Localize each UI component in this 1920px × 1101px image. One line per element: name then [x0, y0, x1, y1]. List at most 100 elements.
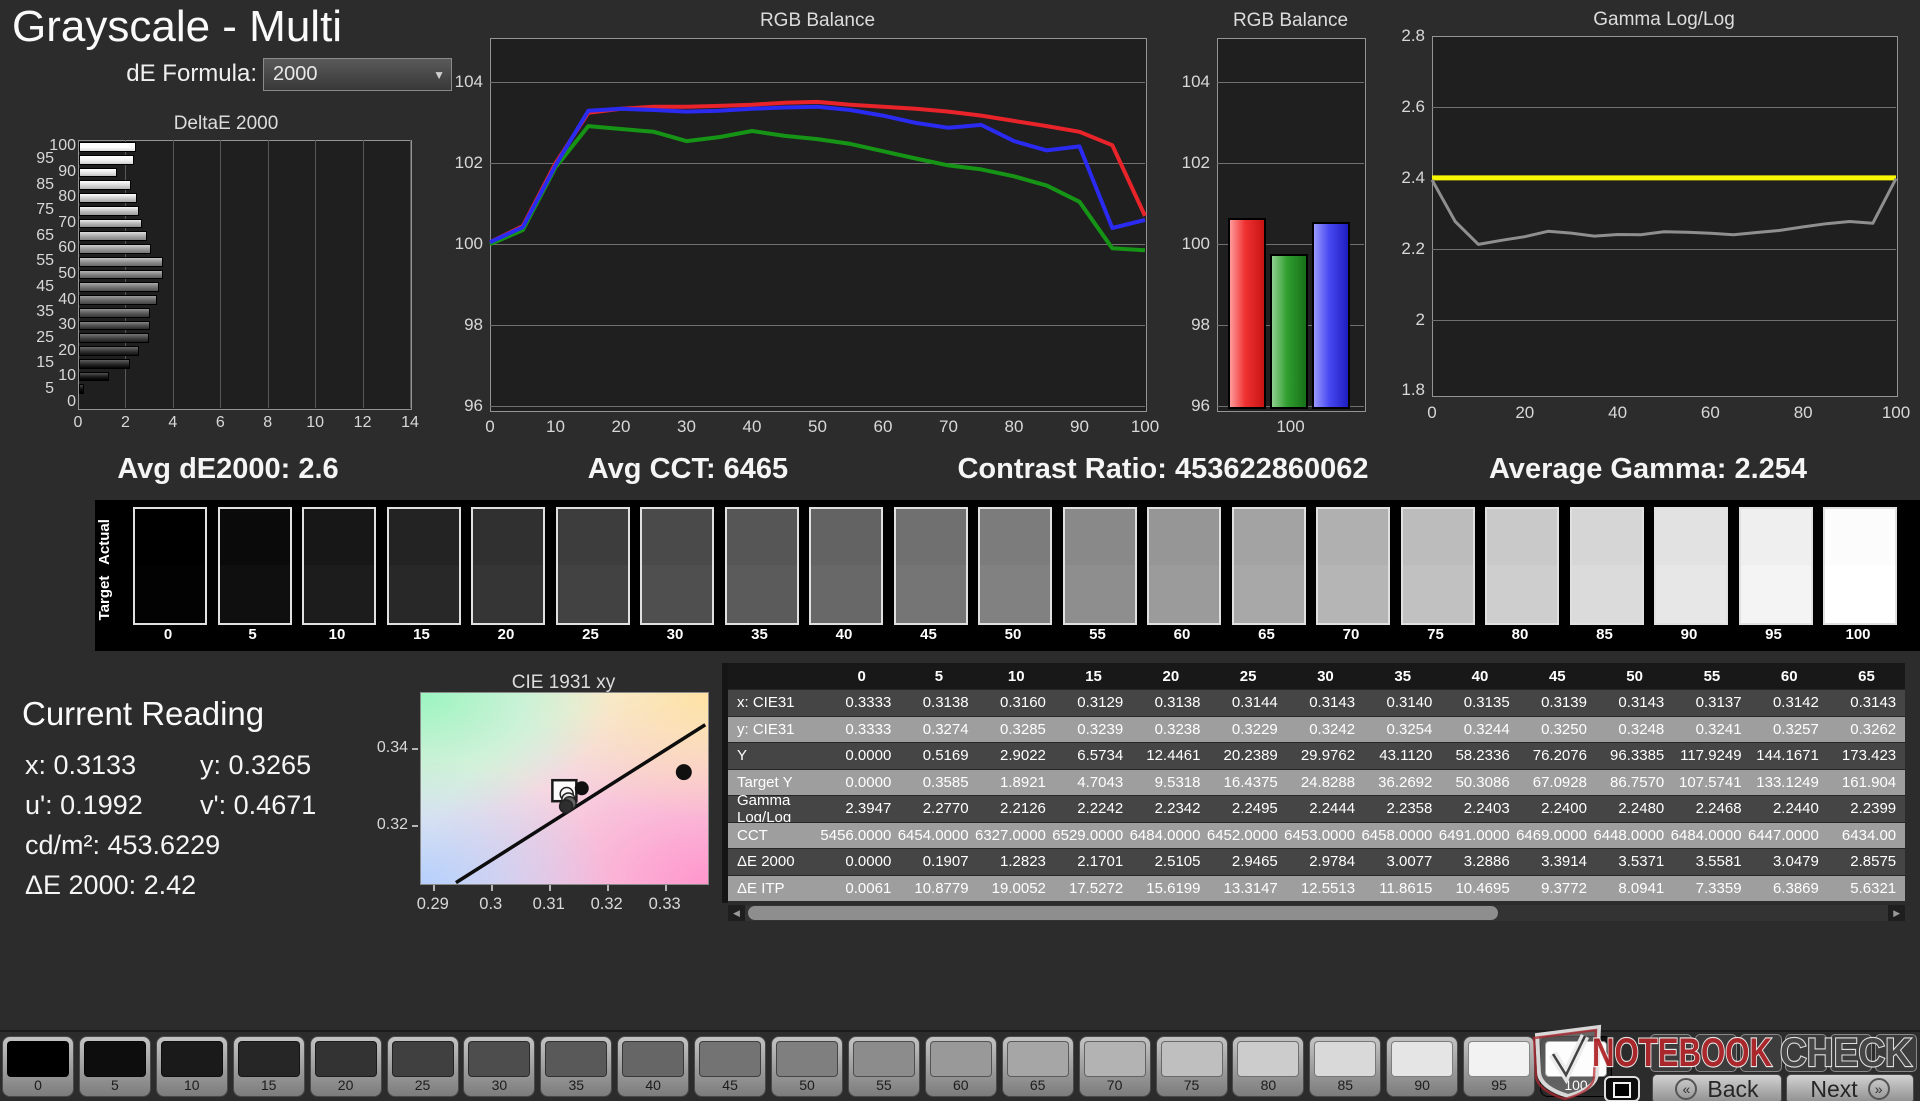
grayscale-swatch-label: 80	[1511, 626, 1529, 643]
patch-button-30[interactable]: 30	[463, 1036, 536, 1097]
table-cell: 161.904	[1841, 773, 1897, 791]
deltae-bar	[79, 142, 137, 152]
table-cell: 58.2336	[1455, 747, 1510, 765]
grayscale-swatch-label: 50	[1004, 626, 1022, 643]
table-cell: 50.3086	[1455, 773, 1510, 791]
patch-button-20[interactable]: 20	[309, 1036, 382, 1097]
table-cell: 0.3262	[1850, 720, 1897, 738]
rgb-line-x-tick-label: 60	[873, 417, 893, 436]
next-button[interactable]: Next »	[1786, 1074, 1914, 1101]
patch-button-50[interactable]: 50	[771, 1036, 843, 1097]
rgb-line-x-tick-label: 70	[939, 417, 958, 436]
patch-button-85[interactable]: 85	[1309, 1036, 1382, 1097]
table-cell: 133.1249	[1756, 773, 1819, 791]
patch-button-label: 100	[1564, 1077, 1588, 1093]
deltae-bar	[79, 218, 142, 229]
table-column-header: 15	[1085, 667, 1102, 685]
table-cell: 6434.00	[1841, 826, 1897, 844]
cie-overlay	[455, 723, 707, 885]
grayscale-swatch-label: 60	[1173, 626, 1191, 643]
table-column-header: 40	[1471, 667, 1489, 685]
patch-button-45[interactable]: 45	[694, 1036, 767, 1097]
table-cell: 0.3143	[1309, 694, 1356, 712]
patch-button-75[interactable]: 75	[1155, 1036, 1228, 1097]
patch-swatch	[1545, 1041, 1607, 1077]
patch-button-65[interactable]: 65	[1001, 1036, 1074, 1097]
table-cell: 2.2399	[1850, 800, 1897, 818]
patch-button-15[interactable]: 15	[232, 1036, 305, 1097]
gamma-y-tick-label: 2.2	[1401, 238, 1425, 258]
toolbar-button-hidden[interactable]	[1785, 1034, 1827, 1072]
rgb-bar-y-tick-label: 100	[1181, 234, 1210, 254]
cie-chart-title: CIE 1931 xy	[511, 672, 616, 693]
table-column-header: 60	[1780, 667, 1798, 685]
deltae-gridline	[410, 140, 411, 408]
scroll-left-arrow[interactable]: ◀	[728, 905, 745, 921]
grayscale-swatch-label: 35	[751, 626, 768, 643]
table-column-header: 55	[1703, 667, 1721, 685]
toolbar-button-hidden[interactable]	[1830, 1034, 1872, 1072]
series-red	[489, 99, 1147, 244]
next-button-label: Next	[1810, 1075, 1858, 1101]
table-cell: 0.3248	[1618, 720, 1665, 738]
patch-button-60[interactable]: 60	[924, 1036, 997, 1097]
toolbar-button-hidden[interactable]	[1740, 1034, 1782, 1072]
table-cell: 6448.0000	[1593, 826, 1665, 844]
gamma-y-tick-label: 2.8	[1401, 26, 1425, 45]
table-cell: 6327.0000	[974, 826, 1046, 844]
patch-button-5[interactable]: 5	[78, 1036, 151, 1097]
patch-button-0[interactable]: 0	[2, 1036, 74, 1097]
table-cell: 0.0000	[845, 747, 892, 765]
patch-button-label: 90	[1414, 1077, 1430, 1093]
patch-swatch	[1237, 1041, 1300, 1077]
patch-swatch	[391, 1041, 454, 1077]
patch-button-95[interactable]: 95	[1463, 1036, 1536, 1097]
table-row: ΔE ITP 0.0061 10.8779 19.0052 17.5272 15.6199…	[728, 874, 1906, 901]
gamma-x-tick-label: 20	[1515, 403, 1535, 422]
patch-button-80[interactable]: 80	[1232, 1036, 1305, 1097]
table-cell: 10.8779	[914, 879, 969, 897]
patch-button-label: 45	[722, 1077, 738, 1093]
rgb-bar-blue	[1312, 221, 1350, 409]
toolbar-button-hidden[interactable]	[1695, 1034, 1737, 1072]
patch-button-70[interactable]: 70	[1078, 1036, 1151, 1097]
grayscale-swatch-label: 30	[666, 626, 684, 643]
cie-x-tick-label: 0.3	[479, 895, 503, 913]
table-column-header: 10	[1007, 667, 1025, 685]
pattern-window-button[interactable]	[1604, 1076, 1640, 1101]
deltae-bar	[79, 269, 163, 280]
deltae-bar	[79, 371, 110, 382]
patch-button-40[interactable]: 40	[617, 1036, 690, 1097]
table-cell: 0.3257	[1772, 720, 1819, 738]
rgb-line-x-tick-label: 80	[1004, 417, 1024, 436]
grayscale-swatch	[1062, 507, 1137, 625]
back-button[interactable]: « Back	[1652, 1074, 1782, 1101]
swatch-actual-half	[642, 509, 712, 565]
toolbar-button-hidden[interactable]	[1875, 1034, 1917, 1072]
patch-button-10[interactable]: 10	[155, 1036, 228, 1097]
table-scrollbar-thumb[interactable]	[748, 906, 1498, 920]
table-cell: 0.3250	[1541, 720, 1587, 738]
patch-button-55[interactable]: 55	[847, 1036, 920, 1097]
table-cell: 0.3241	[1695, 720, 1742, 738]
table-cell: 3.0077	[1386, 853, 1433, 871]
table-cell: 0.3139	[1541, 694, 1587, 712]
swatch-actual-half	[1487, 509, 1557, 565]
scroll-right-arrow[interactable]: ▶	[1888, 905, 1906, 921]
table-cell: 0.3144	[1231, 694, 1278, 712]
rgb-line-series	[489, 99, 1147, 253]
cie-x-tick	[490, 885, 493, 891]
toolbar-button-hidden[interactable]	[1650, 1034, 1692, 1072]
patch-button-90[interactable]: 90	[1386, 1036, 1459, 1097]
table-row-label: CCT	[737, 826, 768, 844]
table-cell: 6.3869	[1772, 879, 1819, 897]
patch-button-35[interactable]: 35	[540, 1036, 613, 1097]
table-row-label: x: CIE31	[737, 694, 795, 712]
generated-layer: DeltaE 2000 0 2 4 6 8 10 12 14 100 95 90 85 80 75 70 65 6…	[0, 0, 1920, 1101]
rgb-line-x-tick-label: 40	[742, 417, 762, 436]
table-cell: 0.5169	[922, 747, 969, 765]
swatch-actual-half	[1656, 509, 1726, 565]
patch-button-25[interactable]: 25	[386, 1036, 459, 1097]
patch-button-100[interactable]: 100	[1540, 1036, 1612, 1097]
gamma-y-tick-label: 1.8	[1401, 380, 1425, 399]
